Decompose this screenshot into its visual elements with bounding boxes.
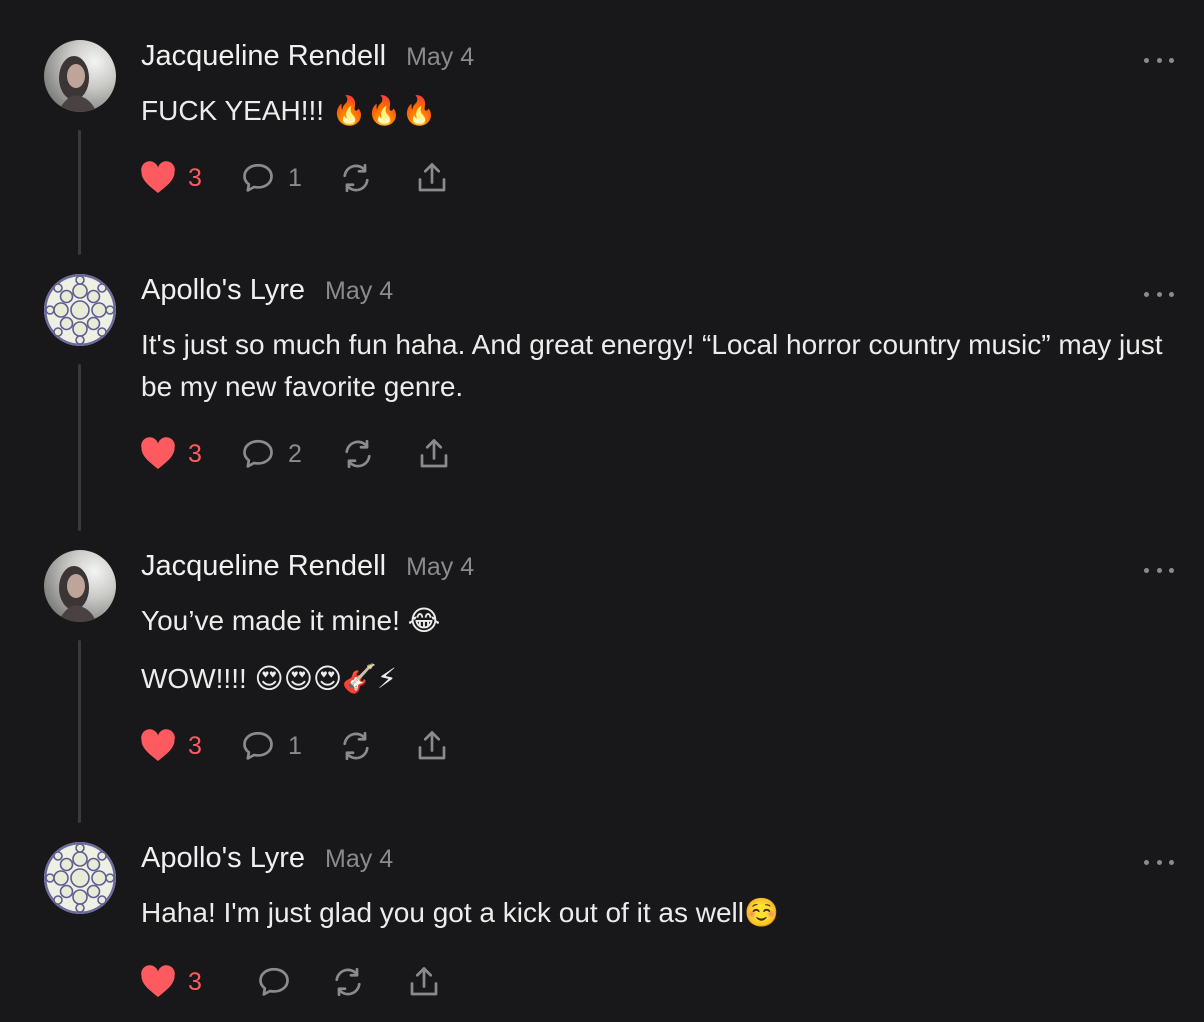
share-button[interactable] [416,436,452,472]
comment-date[interactable]: May 4 [325,845,393,874]
comment-date[interactable]: May 4 [325,277,393,306]
like-count: 3 [188,163,202,192]
comment-paragraph: Haha! I'm just glad you got a kick out o… [141,897,779,928]
heart-icon [141,437,175,469]
thread-line [78,130,81,255]
comment-paragraph: It's just so much fun haha. And great en… [141,329,1163,402]
more-options-icon[interactable] [1144,852,1174,872]
restack-icon [345,439,371,469]
like-count: 3 [188,731,202,760]
reply-button[interactable]: 1 [240,160,338,196]
comment-paragraph: WOW!!!! 😍😍😍🎸⚡ [141,663,397,694]
like-button[interactable]: 3 [140,729,240,763]
avatar[interactable] [44,40,116,112]
share-button[interactable] [414,728,450,764]
avatar[interactable] [44,274,116,346]
share-icon [418,163,446,192]
reply-count: 2 [288,439,302,468]
like-button[interactable]: 3 [140,437,240,471]
reply-button[interactable]: 1 [240,728,338,764]
comment-bubble-icon [243,439,273,468]
reply-button[interactable] [256,964,330,1000]
comment-bubble-icon [259,967,289,996]
like-count: 3 [188,967,202,996]
author-name[interactable]: Jacqueline Rendell [141,40,386,73]
comment-body: It's just so much fun haha. And great en… [141,324,1181,408]
comment-header: Jacqueline Rendell May 4 [141,550,474,590]
comment-bubble-icon [243,731,273,760]
share-icon [418,731,446,760]
heart-icon [141,729,175,761]
restack-button[interactable] [338,160,414,196]
restack-button[interactable] [340,436,416,472]
restack-icon [343,731,369,761]
comment-paragraph: You’ve made it mine! 😂 [141,605,441,636]
more-options-icon[interactable] [1144,284,1174,304]
avatar[interactable] [44,550,116,622]
author-name[interactable]: Apollo's Lyre [141,274,305,307]
share-button[interactable] [414,160,450,196]
author-name[interactable]: Apollo's Lyre [141,842,305,875]
more-options-icon[interactable] [1144,560,1174,580]
restack-icon [343,163,369,193]
reply-count: 1 [288,163,302,192]
comment-body: You’ve made it mine! 😂 WOW!!!! 😍😍😍🎸⚡ [141,600,1181,700]
restack-button[interactable] [330,964,406,1000]
heart-icon [141,161,175,193]
share-button[interactable] [406,964,442,1000]
avatar[interactable] [44,842,116,914]
comment-date[interactable]: May 4 [406,553,474,582]
reply-button[interactable]: 2 [240,436,340,472]
comment-actions: 3 2 [140,434,452,474]
comment-actions: 3 1 [140,158,450,198]
comment-actions: 3 [140,962,442,1002]
comment-body: Haha! I'm just glad you got a kick out o… [141,892,1181,934]
share-icon [410,967,438,996]
restack-button[interactable] [338,728,414,764]
share-icon [420,439,448,468]
author-name[interactable]: Jacqueline Rendell [141,550,386,583]
comment-header: Apollo's Lyre May 4 [141,842,393,882]
heart-icon [141,965,175,997]
comment-body: FUCK YEAH!!! 🔥🔥🔥 [141,90,1181,132]
like-button[interactable]: 3 [140,161,240,195]
comment-bubble-icon [243,163,273,192]
like-count: 3 [188,439,202,468]
comment-header: Jacqueline Rendell May 4 [141,40,474,80]
comment-paragraph: FUCK YEAH!!! 🔥🔥🔥 [141,95,437,126]
thread-line [78,364,81,531]
restack-icon [335,967,361,997]
more-options-icon[interactable] [1144,50,1174,70]
comment-header: Apollo's Lyre May 4 [141,274,393,314]
reply-count: 1 [288,731,302,760]
like-button[interactable]: 3 [140,965,256,999]
comment-actions: 3 1 [140,726,450,766]
comment-thread: Jacqueline Rendell May 4 FUCK YEAH!!! 🔥🔥… [0,0,1204,1022]
comment-date[interactable]: May 4 [406,43,474,72]
thread-line [78,640,81,823]
